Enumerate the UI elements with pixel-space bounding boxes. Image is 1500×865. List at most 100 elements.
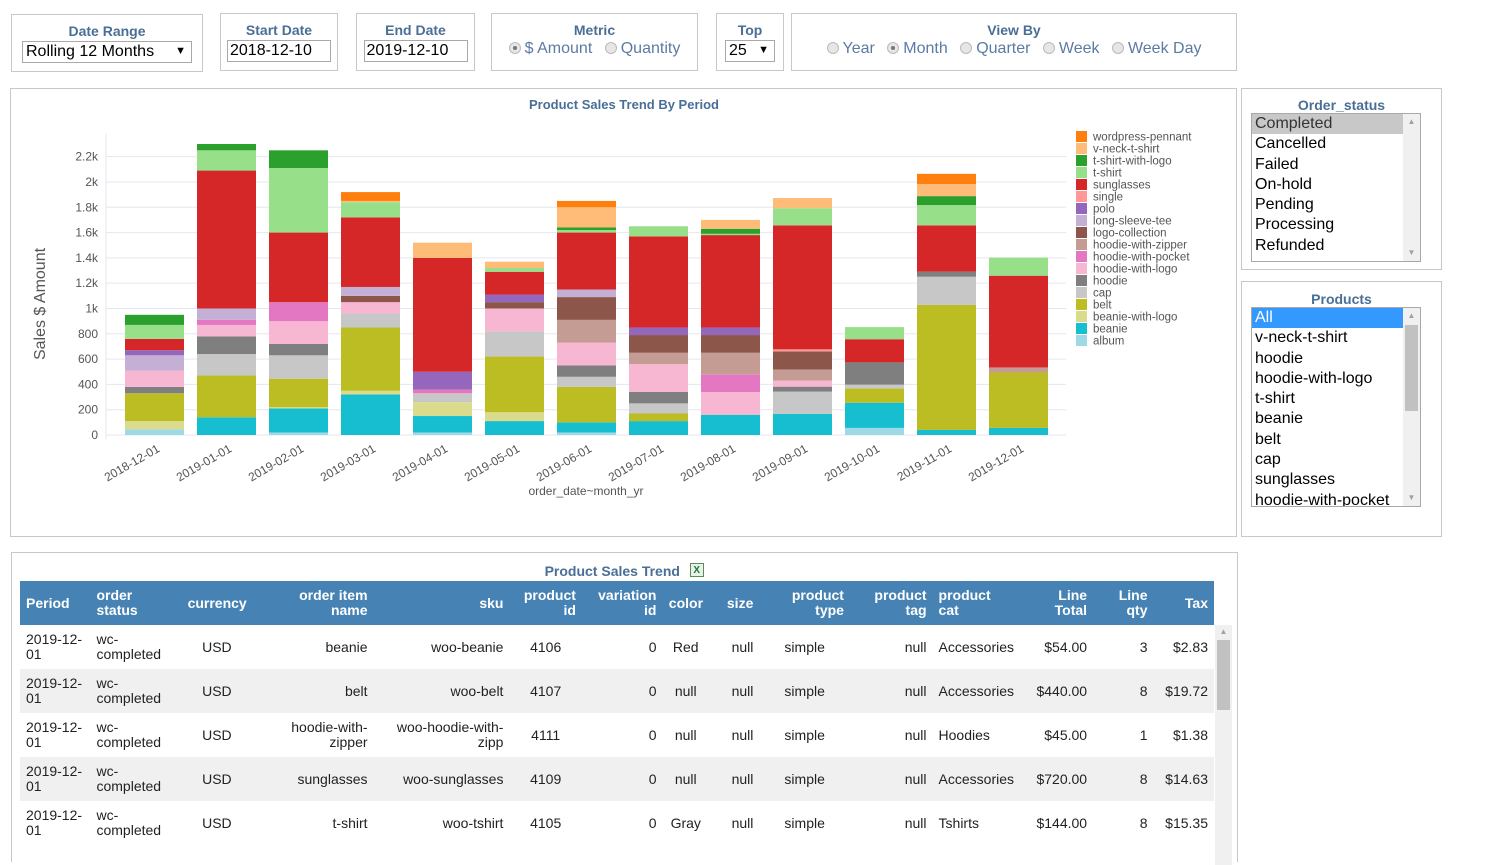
top-select[interactable]: 25 ▼: [725, 40, 775, 62]
column-header[interactable]: Line qty: [1093, 581, 1154, 625]
legend-swatch[interactable]: [1076, 203, 1087, 214]
legend-swatch[interactable]: [1076, 167, 1087, 178]
bar-segment-belt[interactable]: [629, 413, 688, 422]
column-header[interactable]: Tax: [1153, 581, 1214, 625]
product-option[interactable]: t-shirt: [1252, 389, 1420, 409]
bar-segment-belt[interactable]: [989, 372, 1048, 428]
legend-label[interactable]: t-shirt: [1093, 168, 1123, 180]
legend-label[interactable]: beanie-with-logo: [1093, 312, 1177, 324]
radio-week-day[interactable]: [1111, 41, 1124, 54]
product-option[interactable]: v-neck-t-shirt: [1252, 328, 1420, 348]
bar-segment-cap[interactable]: [485, 331, 544, 357]
table-row[interactable]: 2019-12-01 wc-completed USD belt woo-belt 410…: [20, 669, 1214, 713]
legend-swatch[interactable]: [1076, 311, 1087, 322]
legend-swatch[interactable]: [1076, 323, 1087, 334]
radio-year-label[interactable]: Year: [843, 40, 875, 57]
bar-segment-cap[interactable]: [341, 313, 400, 328]
bar-segment-t-shirt[interactable]: [197, 150, 256, 171]
bar-segment-cap[interactable]: [269, 355, 328, 379]
bar-segment-hoodie[interactable]: [773, 386, 832, 392]
radio-month-label[interactable]: Month: [903, 40, 947, 57]
bar-segment-album[interactable]: [557, 432, 616, 435]
bar-segment-belt[interactable]: [485, 356, 544, 413]
start-date-input[interactable]: 2018-12-10: [227, 40, 331, 62]
bar-segment-beanie[interactable]: [629, 421, 688, 435]
bar-segment-beanie[interactable]: [845, 402, 904, 428]
bar-segment-belt[interactable]: [125, 393, 184, 422]
legend-label[interactable]: beanie: [1093, 324, 1128, 336]
bar-segment-cap[interactable]: [845, 384, 904, 389]
legend-swatch[interactable]: [1076, 263, 1087, 274]
bar-segment-belt[interactable]: [557, 386, 616, 423]
product-option[interactable]: belt: [1252, 430, 1420, 450]
column-header[interactable]: product tag: [849, 581, 933, 625]
product-option[interactable]: hoodie: [1252, 349, 1420, 369]
bar-segment-cap[interactable]: [917, 276, 976, 305]
legend-swatch[interactable]: [1076, 227, 1087, 238]
bar-segment-sunglasses[interactable]: [845, 339, 904, 363]
bar-segment-beanie[interactable]: [485, 421, 544, 435]
legend-label[interactable]: v-neck-t-shirt: [1093, 144, 1160, 156]
radio-week-day-label[interactable]: Week Day: [1128, 40, 1202, 57]
bar-segment-t-shirt-with-logo[interactable]: [557, 227, 616, 231]
bar-segment-t-shirt[interactable]: [701, 233, 760, 236]
legend-label[interactable]: hoodie-with-zipper: [1093, 240, 1187, 252]
bar-segment-hoodie-with-logo[interactable]: [125, 370, 184, 387]
bar-segment-hoodie[interactable]: [845, 362, 904, 385]
order-status-listbox[interactable]: Completed Cancelled Failed On-hold Pending Pr…: [1251, 113, 1421, 262]
bar-segment-hoodie-with-zipper[interactable]: [989, 367, 1048, 373]
legend-swatch[interactable]: [1076, 131, 1087, 142]
legend-label[interactable]: cap: [1093, 288, 1112, 300]
bar-segment-beanie-with-logo[interactable]: [269, 407, 328, 409]
legend-swatch[interactable]: [1076, 251, 1087, 262]
product-option[interactable]: hoodie-with-logo: [1252, 369, 1420, 389]
bar-segment-sunglasses[interactable]: [269, 232, 328, 303]
bar-segment-hoodie-with-zipper[interactable]: [557, 319, 616, 343]
bar-segment-v-neck-t-shirt[interactable]: [773, 198, 832, 209]
legend-label[interactable]: t-shirt-with-logo: [1093, 156, 1172, 168]
radio-year[interactable]: [826, 41, 839, 54]
bar-segment-logo-collection[interactable]: [629, 335, 688, 353]
bar-segment-v-neck-t-shirt[interactable]: [917, 183, 976, 197]
legend-label[interactable]: wordpress-pennant: [1092, 132, 1192, 144]
bar-segment-cap[interactable]: [197, 354, 256, 376]
bar-segment-hoodie[interactable]: [917, 271, 976, 277]
bar-segment-hoodie-with-pocket[interactable]: [413, 389, 472, 394]
column-header[interactable]: currency: [181, 581, 253, 625]
bar-segment-album[interactable]: [269, 432, 328, 435]
legend-label[interactable]: hoodie-with-logo: [1093, 264, 1177, 276]
bar-segment-t-shirt[interactable]: [485, 267, 544, 272]
bar-segment-sunglasses[interactable]: [629, 236, 688, 328]
bar-segment-beanie-with-logo[interactable]: [485, 412, 544, 422]
bar-segment-album[interactable]: [413, 432, 472, 435]
legend-label[interactable]: polo: [1093, 204, 1115, 216]
bar-segment-cap[interactable]: [413, 393, 472, 403]
bar-segment-t-shirt-with-logo[interactable]: [197, 144, 256, 151]
bar-segment-t-shirt-with-logo[interactable]: [917, 196, 976, 206]
bar-segment-logo-collection[interactable]: [485, 302, 544, 309]
bar-segment-sunglasses[interactable]: [485, 271, 544, 295]
bar-segment-single[interactable]: [773, 349, 832, 352]
column-header[interactable]: product cat: [932, 581, 1021, 625]
legend-label[interactable]: hoodie-with-pocket: [1093, 252, 1190, 264]
bar-segment-v-neck-t-shirt[interactable]: [701, 219, 760, 229]
bar-segment-logo-collection[interactable]: [557, 297, 616, 320]
column-header[interactable]: color: [662, 581, 710, 625]
radio-quarter[interactable]: [960, 41, 973, 54]
bar-segment-hoodie[interactable]: [269, 343, 328, 356]
bar-segment-wordpress-pennant[interactable]: [917, 173, 976, 184]
bar-segment-sunglasses[interactable]: [989, 275, 1048, 368]
radio-quantity-label[interactable]: Quantity: [621, 40, 681, 57]
bar-segment-beanie[interactable]: [773, 413, 832, 435]
bar-segment-beanie[interactable]: [341, 394, 400, 435]
end-date-input[interactable]: 2019-12-10: [363, 40, 468, 62]
bar-segment-hoodie-with-logo[interactable]: [197, 324, 256, 337]
order-status-option[interactable]: Pending: [1252, 195, 1420, 215]
bar-segment-wordpress-pennant[interactable]: [341, 192, 400, 201]
product-option[interactable]: cap: [1252, 450, 1420, 470]
legend-label[interactable]: belt: [1093, 300, 1112, 312]
table-scrollbar[interactable]: ▲: [1215, 625, 1232, 865]
bar-segment-logo-collection[interactable]: [701, 335, 760, 353]
bar-segment-t-shirt[interactable]: [341, 202, 400, 218]
products-listbox[interactable]: All v-neck-t-shirt hoodie hoodie-with-logo t…: [1251, 307, 1421, 507]
